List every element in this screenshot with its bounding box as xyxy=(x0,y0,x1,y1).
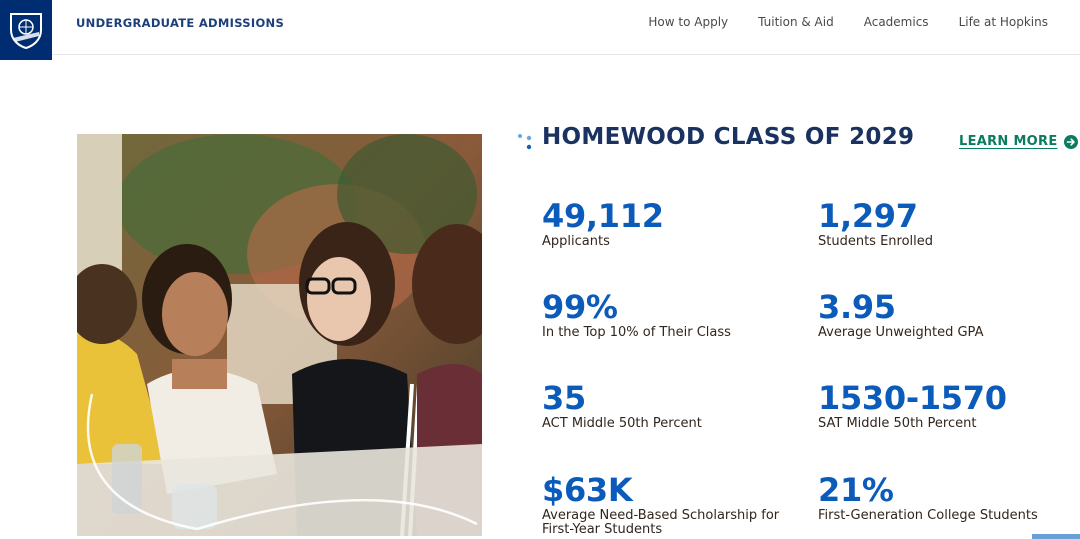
stat-scholarship: $63K Average Need-Based Scholarship for … xyxy=(542,474,812,537)
university-logo[interactable] xyxy=(0,0,52,60)
stat-top-ten-percent: 99% In the Top 10% of Their Class xyxy=(542,291,812,340)
stat-act: 35 ACT Middle 50th Percent xyxy=(542,382,812,431)
university-shield-icon xyxy=(10,13,42,50)
arrow-right-circle-icon xyxy=(1063,134,1078,149)
stat-average-gpa: 3.95 Average Unweighted GPA xyxy=(818,291,1080,340)
site-header: UNDERGRADUATE ADMISSIONS How to Apply Tu… xyxy=(0,0,1080,60)
stat-sat: 1530-1570 SAT Middle 50th Percent xyxy=(818,382,1080,431)
stat-label: Average Need-Based Scholarship for First… xyxy=(542,508,780,537)
section-title: HOMEWOOD CLASS OF 2029 xyxy=(542,124,915,150)
stat-label: Average Unweighted GPA xyxy=(818,325,984,340)
students-photo xyxy=(77,134,482,536)
stat-label: First-Generation College Students xyxy=(818,508,1038,523)
stat-value: 3.95 xyxy=(818,288,896,326)
stat-applicants: 49,112 Applicants xyxy=(542,200,812,249)
stat-value: 35 xyxy=(542,379,586,417)
learn-more-label: LEARN MORE xyxy=(959,134,1058,149)
stat-value: 99% xyxy=(542,288,618,326)
stat-label: Applicants xyxy=(542,234,610,249)
stat-first-generation: 21% First-Generation College Students xyxy=(818,474,1080,523)
stat-value: 1,297 xyxy=(818,197,918,235)
main-nav: How to Apply Tuition & Aid Academics Lif… xyxy=(648,15,1048,29)
scroll-indicator[interactable] xyxy=(1032,534,1080,539)
learn-more-link[interactable]: LEARN MORE xyxy=(959,134,1078,149)
dots-decoration-icon xyxy=(518,134,532,150)
stat-label: ACT Middle 50th Percent xyxy=(542,416,702,431)
stat-students-enrolled: 1,297 Students Enrolled xyxy=(818,200,1080,249)
stat-value: 1530-1570 xyxy=(818,379,1007,417)
stat-value: 21% xyxy=(818,471,894,509)
stat-value: $63K xyxy=(542,471,633,509)
nav-item-life-at-hopkins[interactable]: Life at Hopkins xyxy=(959,15,1048,29)
stat-label: Students Enrolled xyxy=(818,234,934,249)
stat-label: In the Top 10% of Their Class xyxy=(542,325,731,340)
stat-value: 49,112 xyxy=(542,197,664,235)
nav-item-tuition-aid[interactable]: Tuition & Aid xyxy=(758,15,834,29)
stat-label: SAT Middle 50th Percent xyxy=(818,416,977,431)
nav-item-academics[interactable]: Academics xyxy=(864,15,929,29)
nav-item-how-to-apply[interactable]: How to Apply xyxy=(648,15,728,29)
site-title[interactable]: UNDERGRADUATE ADMISSIONS xyxy=(76,16,284,30)
